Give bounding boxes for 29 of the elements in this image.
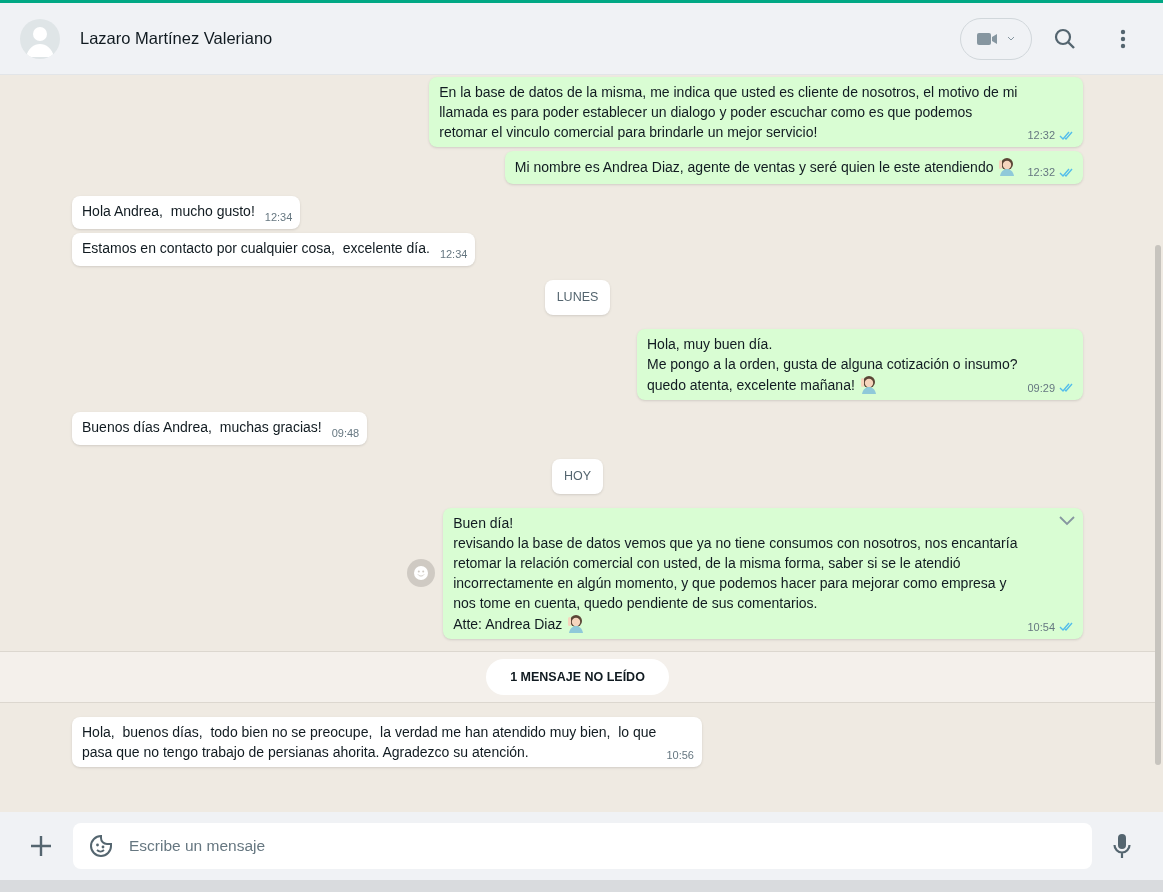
- message-time: 09:48: [331, 425, 360, 441]
- message-time: 09:29: [1027, 380, 1055, 396]
- message-time: 12:32: [1027, 128, 1055, 143]
- message-text: Buen día! revisando la base de datos vemos que ya no tiene consumos con nosotros, nos encantaría retomar la relación comercial con usted, de la misma forma, saber si se le atendió incorrectamente en algún momento, y que podemos hacer para mejorar como empresa y nos tome en cuenta, quedo pendiente de sus comentarios. Atte: Andrea Diaz: [453, 513, 1018, 634]
- menu-icon[interactable]: [1120, 28, 1126, 49]
- sticker-icon[interactable]: [89, 834, 113, 858]
- message-text: Estamos en contacto por cualquier cosa, excelente día.: [82, 239, 430, 258]
- caret-icon: [1007, 35, 1015, 42]
- message-input-field[interactable]: Escribe un mensaje: [73, 823, 1092, 869]
- smiley-icon: [413, 565, 430, 581]
- chevron-down-icon[interactable]: [1059, 515, 1075, 526]
- message-text: En la base de datos de la misma, me indica que usted es cliente de nosotros, el motivo de mi llamada es para poder establecer un dialogo y poder escuchar como es que podemos retomar el vinculo comercial para brindarle un mejor servicio!: [439, 83, 1018, 142]
- message-time: 10:56: [666, 748, 694, 764]
- message-time: 12:32: [1027, 165, 1055, 180]
- message-text: Hola, muy buen día. Me pongo a la orden, gusta de alguna cotización o insumo? quedo atenta, excelente mañana!: [647, 334, 1018, 395]
- scrollbar[interactable]: [1155, 245, 1161, 765]
- video-camera-icon: [977, 31, 999, 46]
- message-text: Mi nombre es Andrea Diaz, agente de ventas y seré quien le este atendiendo: [514, 156, 1018, 179]
- contact-name[interactable]: Lazaro Martínez Valeriano: [80, 26, 273, 51]
- plus-icon[interactable]: [30, 835, 52, 857]
- message-text: Hola, buenos días, todo bien no se preocupe, la verdad me han atendido muy bien, lo que pasa que no tengo trabajo de persianas ahorita. Agradezco su atención.: [82, 723, 657, 763]
- message-text: Hola Andrea, mucho gusto!: [82, 202, 255, 221]
- unread-messages-badge: 1 MENSAJE NO LEÍDO: [486, 658, 669, 696]
- message-time: 12:34: [439, 247, 468, 262]
- message-time: 10:54: [1027, 619, 1055, 635]
- message-text: Buenos días Andrea, muchas gracias!: [82, 417, 322, 437]
- search-icon[interactable]: [1054, 27, 1076, 50]
- message-time: 12:34: [264, 210, 293, 225]
- microphone-icon[interactable]: [1113, 833, 1131, 859]
